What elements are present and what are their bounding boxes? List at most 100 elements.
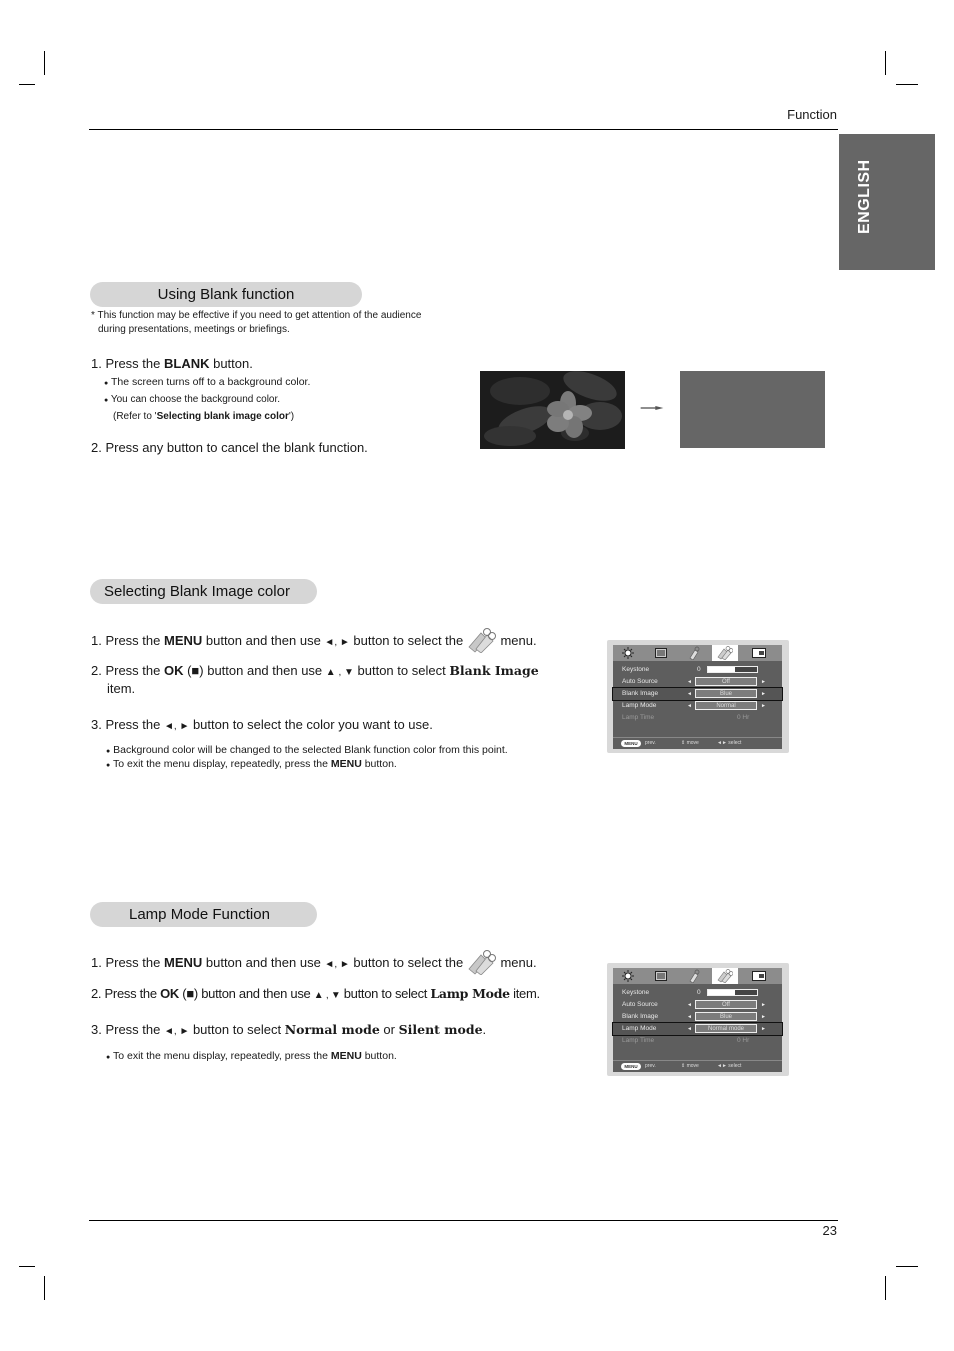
key-name: OK: [160, 986, 179, 1001]
row-label: Keystone: [622, 666, 650, 673]
equalizer-icon: [655, 971, 667, 981]
text: move: [686, 740, 699, 746]
bullet-icon: ●: [104, 380, 109, 387]
osd-row-lamp-mode[interactable]: Lamp Mode ◄ Normal mode ►: [612, 1022, 783, 1036]
osd-row-blank-image[interactable]: Blank Image ◄ Blue ►: [613, 1011, 782, 1023]
blank-refer: (Refer to 'Selecting blank image color'): [113, 410, 294, 424]
footer-rule: [89, 1220, 838, 1221]
hint-select: ◄► select: [717, 738, 741, 749]
osd-tab-audio[interactable]: [648, 968, 674, 984]
osd-tab-picture[interactable]: [615, 968, 641, 984]
osd-row-lamp-mode[interactable]: Lamp Mode ◄ Normal ►: [613, 700, 782, 712]
row-label: Lamp Time: [622, 714, 655, 721]
brightness-icon: [622, 970, 634, 982]
hint-move: ⇕ move: [681, 738, 699, 749]
text: button.: [209, 356, 253, 371]
bullet-icon: ●: [106, 748, 111, 755]
osd-tab-option[interactable]: [712, 968, 738, 984]
text: or: [379, 1022, 399, 1037]
tags-icon: [717, 646, 733, 660]
text: .: [482, 1022, 487, 1037]
row-value: 0: [697, 989, 701, 996]
text: button to select the: [349, 633, 467, 648]
text: 3. Press the: [91, 717, 164, 732]
menu-item-name: Lamp Mode: [430, 986, 510, 1001]
text: button and then use: [202, 955, 325, 970]
left-right-arrows-icon: ◄, ►: [163, 721, 190, 732]
keystone-slider[interactable]: [707, 989, 758, 996]
crop-mark: [44, 51, 45, 75]
osd-row-lamp-time: Lamp Time 0 Hr: [613, 1035, 782, 1047]
left-arrow-icon: ◄: [687, 679, 692, 685]
osd-footer: MENU prev. ⇕ move ◄► select: [613, 1060, 782, 1073]
text: select: [728, 1063, 742, 1069]
blank-note: * This function may be effective if you …: [91, 309, 421, 337]
color-step-3: 3. Press the ◄, ► button to select the c…: [91, 716, 433, 736]
pip-icon: [752, 971, 766, 981]
osd-row-auto-source[interactable]: Auto Source ◄ Off ►: [613, 999, 782, 1011]
text: menu.: [496, 633, 537, 648]
blank-bullet-2: ● You can choose the background color.: [104, 393, 280, 408]
key-name: MENU: [330, 1050, 362, 1062]
left-right-arrows-icon: ◄, ►: [324, 959, 350, 970]
pip-icon: [752, 648, 766, 658]
row-value: 0 Hr: [737, 1037, 750, 1044]
osd-tab-setup[interactable]: [681, 968, 707, 984]
up-down-arrows-icon: ▲ , ▼: [325, 667, 354, 678]
language-label: ENGLISH: [856, 159, 873, 234]
row-value: Blue: [695, 1012, 757, 1021]
text: button to select the color you want to u…: [189, 717, 433, 732]
key-name: BLANK: [163, 356, 210, 371]
row-label: Lamp Time: [622, 1037, 655, 1044]
left-right-icon: ◄►: [717, 1063, 727, 1069]
osd-row-auto-source[interactable]: Auto Source ◄ Off ►: [613, 676, 782, 688]
osd-tab-audio[interactable]: [648, 645, 674, 661]
lamp-step-1: 1. Press the MENU button and then use ◄,…: [91, 949, 537, 976]
text: To exit the menu display, repeatedly, pr…: [112, 758, 331, 770]
hint-move: ⇕ move: [681, 1061, 699, 1072]
color-step-2: 2. Press the OK (■) button and then use …: [91, 662, 539, 682]
osd-row-blank-image[interactable]: Blank Image ◄ Blue ►: [612, 687, 783, 701]
tags-icon: [717, 969, 733, 983]
osd-tab-pip[interactable]: [746, 645, 772, 661]
option-menu-tags-icon: [468, 950, 496, 976]
text: 3. Press the: [91, 1022, 164, 1037]
hint-select: ◄► select: [717, 1061, 741, 1072]
right-arrow-icon: ►: [761, 1014, 766, 1020]
right-arrow-icon: ►: [761, 703, 766, 709]
osd-row-keystone[interactable]: Keystone 0: [613, 664, 782, 676]
row-value: 0 Hr: [737, 714, 750, 721]
bullet-icon: ●: [104, 397, 109, 404]
lamp-step-2: 2. Press the OK (■) button and then use …: [91, 985, 540, 1005]
right-arrow-icon: ►: [761, 1002, 766, 1008]
row-label: Auto Source: [622, 678, 658, 685]
hint-prev: prev.: [645, 1063, 656, 1069]
left-right-arrows-icon: ◄, ►: [324, 637, 350, 648]
left-arrow-icon: ◄: [687, 1014, 692, 1020]
left-right-icon: ◄►: [717, 740, 727, 746]
osd-tab-pip[interactable]: [746, 968, 772, 984]
osd-tab-option[interactable]: [712, 645, 738, 661]
blank-bullet-1: ● The screen turns off to a background c…: [104, 375, 310, 391]
up-down-icon: ⇕: [681, 740, 686, 746]
osd-tab-picture[interactable]: [615, 645, 641, 661]
section-title-color: Selecting Blank Image color: [90, 579, 317, 604]
crop-mark: [19, 1266, 35, 1267]
option-menu-tags-icon: [468, 628, 496, 654]
slider-fill: [708, 667, 735, 672]
keystone-slider[interactable]: [707, 666, 758, 673]
row-label: Lamp Mode: [622, 702, 657, 709]
text: button.: [361, 1050, 397, 1062]
note-line: during presentations, meetings or briefi…: [98, 324, 290, 335]
text: button to select: [353, 663, 450, 678]
key-name: MENU: [163, 633, 203, 648]
row-value: Off: [695, 1000, 757, 1009]
option-name: Normal mode: [284, 1022, 380, 1037]
blank-step-2: 2. Press any button to cancel the blank …: [91, 440, 368, 455]
osd-tab-setup[interactable]: [681, 645, 707, 661]
row-value: Blue: [695, 689, 757, 698]
arrow-right-icon: [640, 406, 664, 410]
text: button to select: [189, 1022, 285, 1037]
osd-row-keystone[interactable]: Keystone 0: [613, 987, 782, 999]
left-right-arrows-icon: ◄, ►: [163, 1026, 190, 1037]
